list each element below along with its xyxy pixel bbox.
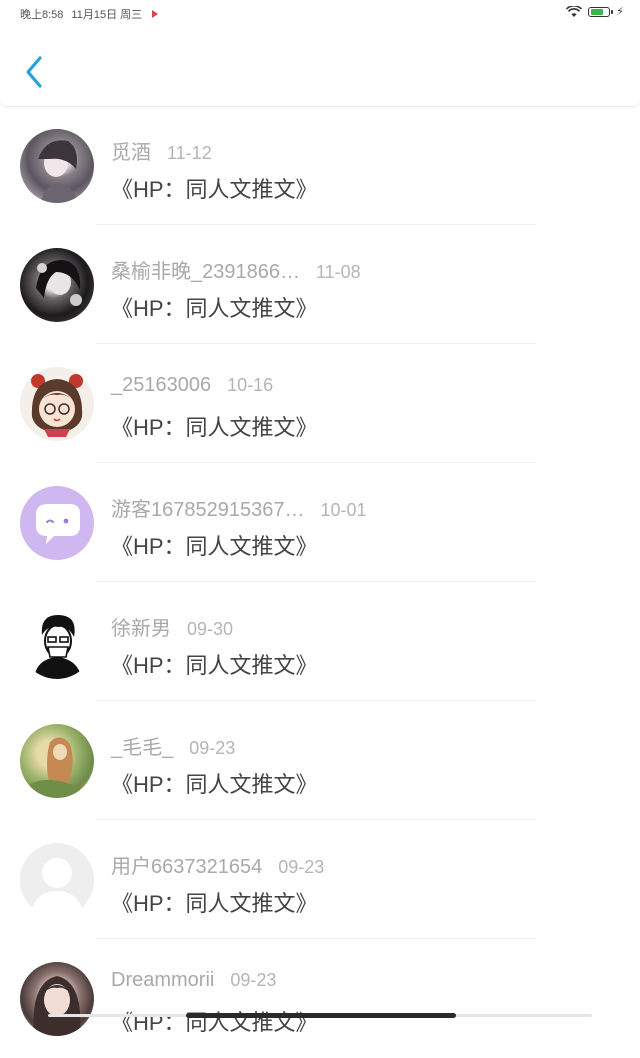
avatar[interactable] — [20, 843, 94, 917]
item-header: _25163006 10-16 — [111, 374, 273, 397]
username[interactable]: 游客167852915367… — [111, 499, 304, 521]
chevron-left-icon — [26, 56, 42, 88]
item-date: 09-23 — [230, 970, 277, 990]
home-indicator[interactable] — [186, 1013, 456, 1018]
list-item[interactable]: 徐新男 09-30 《HP：同人文推文》 — [0, 582, 640, 701]
item-date: 11-12 — [167, 143, 212, 163]
avatar[interactable] — [20, 962, 94, 1036]
avatar[interactable] — [20, 605, 94, 679]
item-header: 游客167852915367… 10-01 — [111, 493, 367, 522]
list-item[interactable]: Dreammorii 09-23 《HP：同人文推文》 — [0, 939, 640, 1058]
username[interactable]: 用户6637321654 — [111, 856, 262, 878]
username[interactable]: 觅酒 — [111, 142, 151, 164]
item-header: _毛毛_ 09-23 — [111, 731, 235, 760]
play-icon — [152, 10, 159, 18]
item-header: 徐新男 09-30 — [111, 612, 233, 641]
list-item[interactable]: 游客167852915367… 10-01 《HP：同人文推文》 — [0, 463, 640, 582]
item-text[interactable]: 《HP：同人文推文》 — [111, 291, 318, 323]
item-date: 11-08 — [315, 262, 361, 282]
username[interactable]: 桑榆非晚_2391866… — [111, 261, 300, 283]
username[interactable]: 徐新男 — [111, 618, 171, 640]
item-text[interactable]: 《HP：同人文推文》 — [111, 1005, 318, 1037]
back-button[interactable] — [18, 52, 52, 92]
item-header: Dreammorii 09-23 — [111, 969, 276, 992]
list-item[interactable]: _毛毛_ 09-23 《HP：同人文推文》 — [0, 701, 640, 820]
item-text[interactable]: 《HP：同人文推文》 — [111, 172, 318, 204]
username[interactable]: _毛毛_ — [111, 737, 173, 759]
item-date: 09-23 — [278, 857, 325, 877]
list-item[interactable]: 觅酒 11-12 《HP：同人文推文》 — [0, 106, 640, 225]
username[interactable]: Dreammorii — [111, 969, 214, 991]
username[interactable]: _25163006 — [111, 374, 211, 396]
item-header: 用户6637321654 09-23 — [111, 850, 324, 879]
battery-icon — [588, 6, 614, 17]
list-item[interactable]: 用户6637321654 09-23 《HP：同人文推文》 — [0, 820, 640, 939]
avatar[interactable] — [20, 248, 94, 322]
status-date: 11月15日 周三 — [71, 9, 143, 21]
header — [0, 24, 640, 107]
list-item[interactable]: 桑榆非晚_2391866… 11-08 《HP：同人文推文》 — [0, 225, 640, 344]
item-header: 觅酒 11-12 — [111, 136, 212, 165]
item-text[interactable]: 《HP：同人文推文》 — [111, 886, 318, 918]
avatar[interactable] — [20, 486, 94, 560]
item-date: 10-16 — [227, 375, 274, 395]
item-text[interactable]: 《HP：同人文推文》 — [111, 648, 318, 680]
item-text[interactable]: 《HP：同人文推文》 — [111, 767, 318, 799]
list-item[interactable]: _25163006 10-16 《HP：同人文推文》 — [0, 344, 640, 463]
avatar[interactable] — [20, 129, 94, 203]
comment-list: 觅酒 11-12 《HP：同人文推文》 桑榆非晚_2391866… 11-08 《H… — [0, 106, 640, 1058]
charging-icon: ⚡ — [616, 6, 624, 18]
status-time: 晚上8:58 — [20, 9, 64, 21]
item-date: 09-30 — [187, 619, 234, 639]
status-bar: 晚上8:58 11月15日 周三 ⚡ — [0, 0, 640, 24]
item-date: 09-23 — [189, 738, 236, 758]
item-text[interactable]: 《HP：同人文推文》 — [111, 529, 318, 561]
avatar[interactable] — [20, 724, 94, 798]
avatar[interactable] — [20, 367, 94, 441]
item-date: 10-01 — [320, 500, 367, 520]
item-header: 桑榆非晚_2391866… 11-08 — [111, 255, 361, 284]
wifi-icon — [566, 5, 583, 17]
item-text[interactable]: 《HP：同人文推文》 — [111, 410, 318, 442]
